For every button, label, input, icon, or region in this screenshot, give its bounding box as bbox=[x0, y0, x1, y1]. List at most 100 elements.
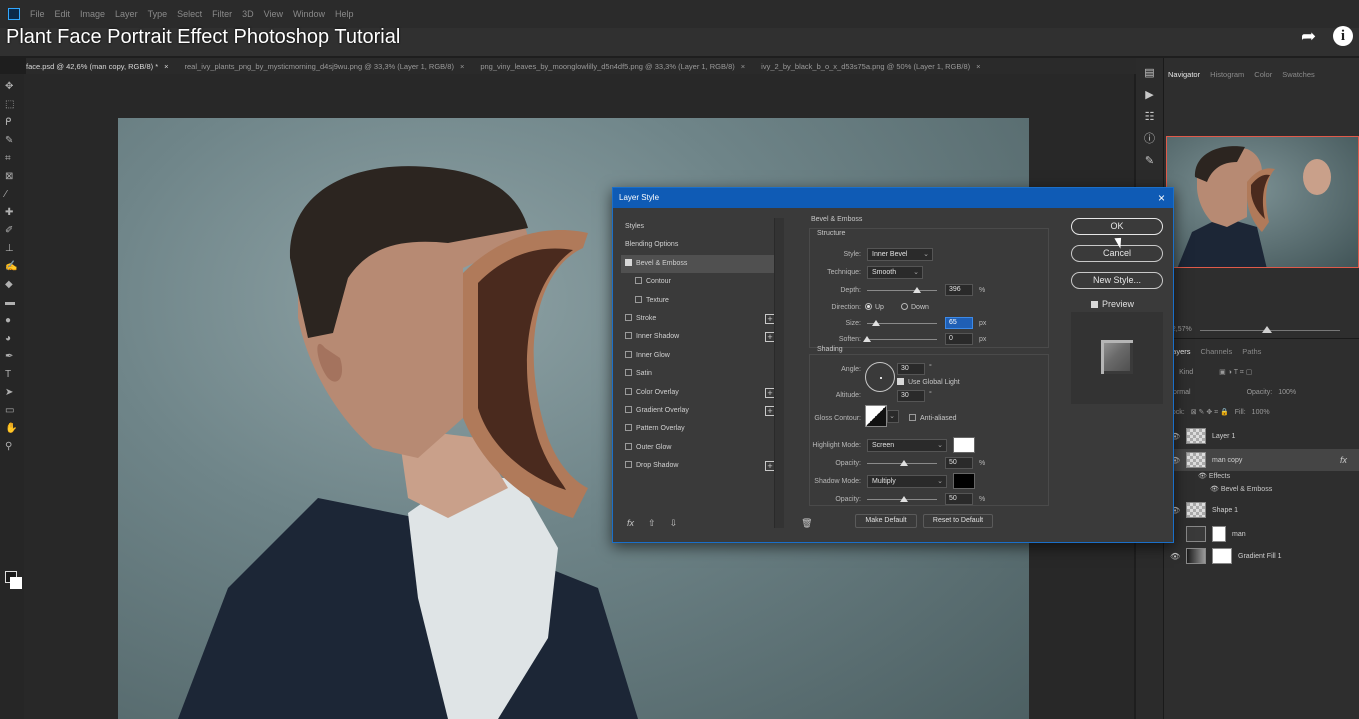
frame-tool-icon[interactable]: ⊠ bbox=[5, 171, 19, 182]
list-scrollbar[interactable] bbox=[774, 218, 784, 528]
menu-layer[interactable]: Layer bbox=[115, 9, 138, 19]
checkbox-icon[interactable] bbox=[1091, 301, 1098, 308]
eraser-tool-icon[interactable]: ◆ bbox=[5, 279, 19, 290]
effects-label[interactable]: 👁 Effects bbox=[1198, 472, 1230, 480]
history-icon[interactable]: ▤ bbox=[1142, 66, 1158, 80]
depth-slider[interactable] bbox=[867, 290, 937, 291]
checkbox-icon[interactable] bbox=[625, 313, 632, 321]
document-tab[interactable]: png_viny_leaves_by_moonglowlilly_d5n4df5… bbox=[480, 62, 745, 71]
direction-down-radio[interactable]: Down bbox=[901, 303, 929, 311]
shadow-opacity-slider-thumb[interactable] bbox=[900, 496, 908, 502]
layer-name[interactable]: Gradient Fill 1 bbox=[1238, 553, 1282, 560]
checkbox-icon[interactable] bbox=[625, 424, 632, 432]
reset-to-default-button[interactable]: Reset to Default bbox=[923, 514, 993, 528]
global-light-checkbox[interactable]: Use Global Light bbox=[897, 378, 960, 386]
play-icon[interactable]: ▶ bbox=[1142, 88, 1158, 102]
document-tab[interactable]: real_ivy_plants_png_by_mysticmorning_d4s… bbox=[185, 62, 465, 71]
brush-settings-icon[interactable]: ✎ bbox=[1142, 154, 1158, 168]
stamp-tool-icon[interactable]: ⊥ bbox=[5, 243, 19, 254]
highlight-mode-select[interactable]: Screen ⌄ bbox=[867, 439, 947, 452]
style-item-bevel-emboss[interactable]: Bevel & Emboss bbox=[621, 254, 779, 274]
cancel-button[interactable]: Cancel bbox=[1071, 245, 1163, 262]
info-icon[interactable]: i bbox=[1333, 26, 1353, 46]
style-item-styles[interactable]: Styles bbox=[621, 218, 779, 236]
layer-row[interactable]: 👁 man copy fx bbox=[1164, 449, 1359, 471]
quick-select-tool-icon[interactable]: ✎ bbox=[5, 135, 19, 146]
style-item-pattern-overlay[interactable]: Pattern Overlay bbox=[621, 420, 779, 438]
gradient-tool-icon[interactable]: ▬ bbox=[5, 297, 19, 308]
background-color-swatch[interactable] bbox=[10, 577, 22, 589]
healing-tool-icon[interactable]: ✚ bbox=[5, 207, 19, 218]
shadow-color-swatch[interactable] bbox=[953, 473, 975, 489]
depth-input[interactable]: 396 bbox=[945, 284, 973, 296]
menu-window[interactable]: Window bbox=[293, 9, 325, 19]
dialog-titlebar[interactable]: Layer Style × bbox=[613, 188, 1173, 208]
checkbox-icon[interactable] bbox=[625, 332, 632, 340]
layer-name[interactable]: Shape 1 bbox=[1212, 507, 1238, 514]
type-tool-icon[interactable]: T bbox=[5, 369, 19, 380]
style-item-gradient-overlay[interactable]: Gradient Overlay + bbox=[621, 402, 779, 420]
style-item-drop-shadow[interactable]: Drop Shadow + bbox=[621, 457, 779, 475]
fx-icon[interactable]: fx bbox=[1340, 455, 1347, 465]
style-item-outer-glow[interactable]: Outer Glow bbox=[621, 439, 779, 457]
ok-button[interactable]: OK bbox=[1071, 218, 1163, 235]
highlight-opacity-input[interactable]: 50 bbox=[945, 457, 973, 469]
style-item-inner-glow[interactable]: Inner Glow bbox=[621, 347, 779, 365]
style-item-blending-options[interactable]: Blending Options bbox=[621, 236, 779, 254]
eyedropper-tool-icon[interactable]: ⁄ bbox=[5, 189, 19, 200]
gloss-contour-dropdown[interactable]: ⌄ bbox=[887, 410, 899, 423]
highlight-opacity-slider-thumb[interactable] bbox=[900, 460, 908, 466]
anti-aliased-checkbox[interactable]: Anti-aliased bbox=[909, 414, 957, 422]
layer-name[interactable]: Layer 1 bbox=[1212, 433, 1235, 440]
history-brush-tool-icon[interactable]: ✍ bbox=[5, 261, 19, 272]
layer-row[interactable]: man bbox=[1164, 523, 1359, 545]
layer-kind-filter[interactable]: Kind bbox=[1179, 369, 1193, 376]
zoom-tool-icon[interactable]: ⚲ bbox=[5, 441, 19, 452]
visibility-icon[interactable]: 👁 bbox=[1170, 552, 1180, 561]
checkbox-icon[interactable] bbox=[635, 295, 642, 303]
fill-value[interactable]: 100% bbox=[1252, 409, 1270, 416]
checkbox-icon[interactable] bbox=[625, 369, 632, 377]
fx-icon[interactable]: fx bbox=[627, 518, 634, 529]
blur-tool-icon[interactable]: ● bbox=[5, 315, 19, 326]
menu-image[interactable]: Image bbox=[80, 9, 105, 19]
checkbox-icon[interactable] bbox=[625, 350, 632, 358]
adjust-icon[interactable]: ☷ bbox=[1142, 110, 1158, 124]
shadow-opacity-input[interactable]: 50 bbox=[945, 493, 973, 505]
crop-tool-icon[interactable]: ⌗ bbox=[5, 153, 19, 164]
layer-name[interactable]: man copy bbox=[1212, 457, 1242, 464]
shadow-mode-select[interactable]: Multiply ⌄ bbox=[867, 475, 947, 488]
close-icon[interactable]: × bbox=[741, 62, 745, 71]
size-input[interactable]: 65 bbox=[945, 317, 973, 329]
angle-input[interactable]: 30 bbox=[897, 363, 925, 375]
tab-navigator[interactable]: Navigator bbox=[1168, 70, 1200, 79]
navigator-preview[interactable] bbox=[1166, 136, 1359, 268]
filter-icons[interactable]: ▣ ◑ T ⌗ ▢ bbox=[1219, 368, 1252, 377]
navigator-zoom-slider-thumb[interactable] bbox=[1262, 326, 1272, 333]
move-up-icon[interactable]: ⇧ bbox=[648, 518, 656, 529]
layer-name[interactable]: man bbox=[1232, 531, 1246, 538]
menu-select[interactable]: Select bbox=[177, 9, 202, 19]
soften-slider-thumb[interactable] bbox=[863, 336, 871, 342]
highlight-color-swatch[interactable] bbox=[953, 437, 975, 453]
soften-input[interactable]: 0 bbox=[945, 333, 973, 345]
layer-row[interactable]: 👁 Gradient Fill 1 bbox=[1164, 545, 1359, 567]
close-icon[interactable]: × bbox=[976, 62, 980, 71]
menu-view[interactable]: View bbox=[264, 9, 283, 19]
new-style-button[interactable]: New Style... bbox=[1071, 272, 1163, 289]
checkbox-icon[interactable] bbox=[625, 461, 632, 469]
style-item-inner-shadow[interactable]: Inner Shadow + bbox=[621, 328, 779, 346]
eye-icon[interactable]: 👁 bbox=[1210, 486, 1221, 493]
tab-paths[interactable]: Paths bbox=[1242, 347, 1261, 356]
tab-histogram[interactable]: Histogram bbox=[1210, 70, 1244, 79]
angle-dial[interactable] bbox=[865, 362, 895, 392]
lasso-tool-icon[interactable]: ᑭ bbox=[5, 117, 19, 128]
opacity-value[interactable]: 100% bbox=[1278, 389, 1296, 396]
menu-3d[interactable]: 3D bbox=[242, 9, 254, 19]
checkbox-icon[interactable] bbox=[625, 387, 632, 395]
menu-help[interactable]: Help bbox=[335, 9, 354, 19]
pen-tool-icon[interactable]: ✒ bbox=[5, 351, 19, 362]
style-item-stroke[interactable]: Stroke + bbox=[621, 310, 779, 328]
close-icon[interactable]: × bbox=[1158, 188, 1165, 208]
move-down-icon[interactable]: ⇩ bbox=[670, 518, 678, 529]
